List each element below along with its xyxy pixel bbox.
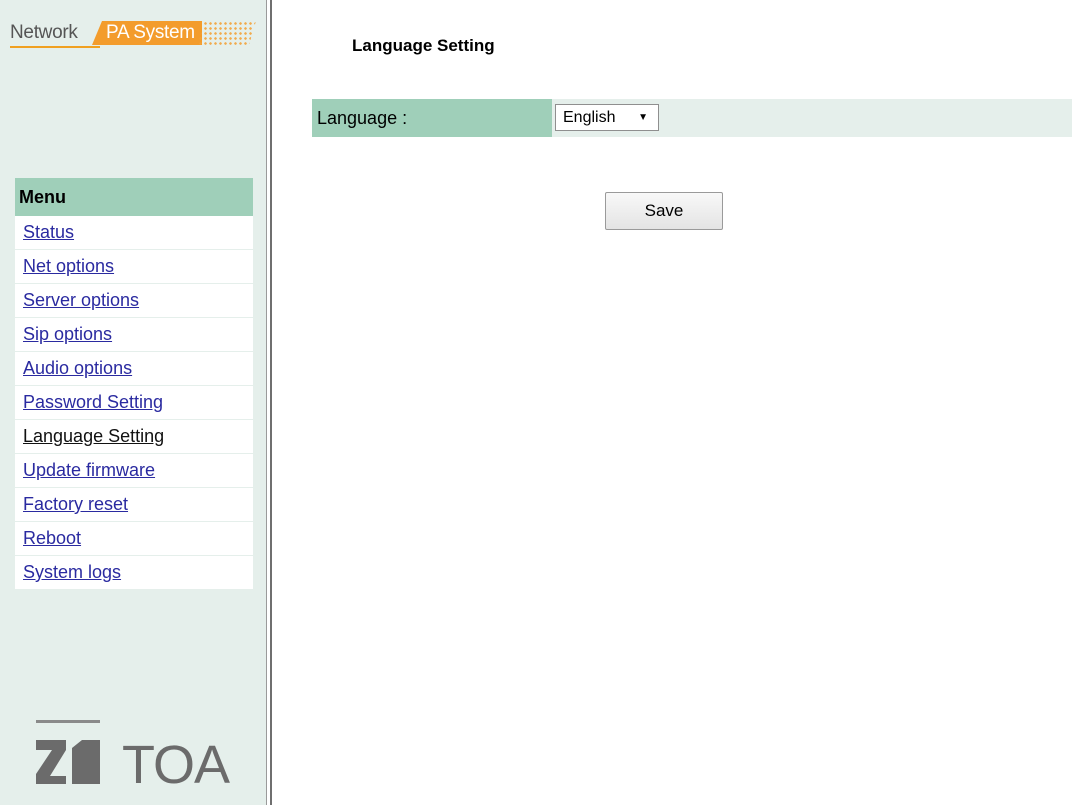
sidebar-item-factory-reset[interactable]: Factory reset (15, 488, 253, 522)
sidebar-item-link[interactable]: Password Setting (23, 392, 163, 412)
brand-dots-pattern (198, 21, 256, 45)
brand-network-label: Network (10, 22, 78, 43)
sidebar-item-update-firmware[interactable]: Update firmware (15, 454, 253, 488)
sidebar-item-link[interactable]: Sip options (23, 324, 112, 344)
sidebar-item-server-options[interactable]: Server options (15, 284, 253, 318)
sidebar-item-link[interactable]: Reboot (23, 528, 81, 548)
page-title: Language Setting (352, 36, 495, 55)
language-select[interactable]: English ▼ (555, 104, 659, 131)
language-row: Language : (312, 99, 1072, 137)
toa-logo: TOA (36, 720, 236, 795)
sidebar-menu: Menu Status Net options Server options S… (15, 178, 253, 590)
sidebar-item-sip-options[interactable]: Sip options (15, 318, 253, 352)
sidebar-item-link[interactable]: Server options (23, 290, 139, 310)
sidebar-item-link[interactable]: Status (23, 222, 74, 242)
sidebar-item-link[interactable]: Update firmware (23, 460, 155, 480)
sidebar-item-link[interactable]: Factory reset (23, 494, 128, 514)
save-button[interactable]: Save (605, 192, 723, 230)
sidebar-item-reboot[interactable]: Reboot (15, 522, 253, 556)
sidebar-item-link-active[interactable]: Language Setting (23, 426, 164, 446)
sidebar-item-status[interactable]: Status (15, 216, 253, 250)
sidebar-item-link[interactable]: Audio options (23, 358, 132, 378)
sidebar: Network PA System Menu Status Net option… (0, 0, 266, 805)
toa-mark-icon (36, 740, 100, 784)
menu-header: Menu (15, 178, 253, 216)
sidebar-item-link[interactable]: Net options (23, 256, 114, 276)
language-select-value: English (563, 109, 616, 126)
logo-top-bar (36, 720, 100, 723)
sidebar-item-audio-options[interactable]: Audio options (15, 352, 253, 386)
sidebar-item-language-setting[interactable]: Language Setting (15, 420, 253, 454)
sidebar-item-net-options[interactable]: Net options (15, 250, 253, 284)
sidebar-item-system-logs[interactable]: System logs (15, 556, 253, 590)
logo-text: TOA (122, 735, 230, 795)
sidebar-divider[interactable] (266, 0, 272, 805)
brand-underline (10, 46, 100, 48)
sidebar-item-password-setting[interactable]: Password Setting (15, 386, 253, 420)
brand-logo: Network PA System (10, 20, 260, 48)
sidebar-item-link[interactable]: System logs (23, 562, 121, 582)
page: Network PA System Menu Status Net option… (0, 0, 1072, 805)
brand-system-label: PA System (92, 21, 202, 45)
language-label: Language : (312, 99, 552, 137)
dropdown-arrow-icon: ▼ (638, 112, 648, 123)
